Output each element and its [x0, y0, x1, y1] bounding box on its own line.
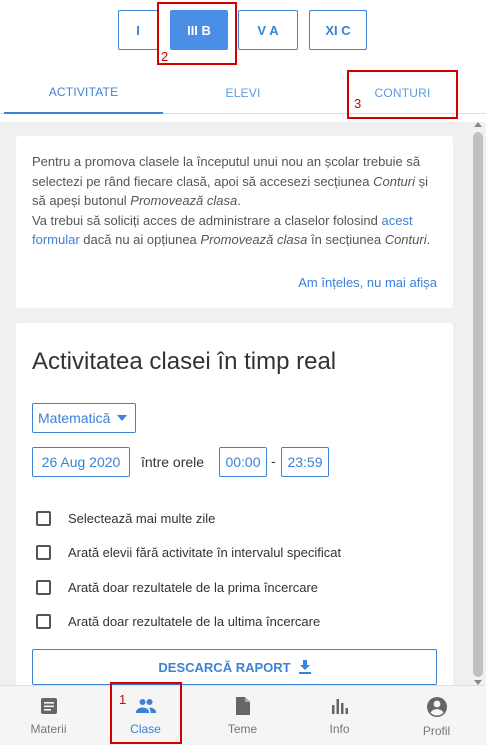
nav-info[interactable]: Info	[291, 686, 388, 745]
checkbox[interactable]	[36, 579, 51, 595]
date-field[interactable]: 26 Aug 2020	[32, 447, 130, 477]
dismiss-link[interactable]: Am înțeles, nu mai afișa	[298, 275, 437, 290]
activity-card: Activitatea clasei în timp real Matemati…	[16, 323, 453, 685]
time-to-field[interactable]: 23:59	[281, 447, 329, 477]
nav-materii[interactable]: Materii	[0, 686, 97, 745]
nav-label: Teme	[227, 722, 258, 736]
bottom-nav: Materii Clase Teme Info Profil	[0, 685, 486, 745]
book-icon	[40, 698, 57, 714]
annotation-number-1: 1	[119, 692, 127, 707]
activity-title: Activitatea clasei în timp real	[32, 348, 337, 375]
caret-down-icon	[117, 415, 128, 421]
scrollbar[interactable]	[470, 122, 486, 685]
nav-label: Info	[329, 722, 350, 736]
checkbox-label: Selectează mai multe zile	[68, 510, 216, 526]
class-selector: I III B V A XI C	[0, 0, 486, 62]
annotation-number-3: 3	[354, 96, 362, 111]
checkbox-row-last-attempt[interactable]: Arată doar rezultatele de la ultima înce…	[36, 611, 320, 631]
scroll-up-icon[interactable]	[474, 122, 482, 127]
download-report-label: DESCARCĂ RAPORT	[158, 659, 291, 675]
time-separator: -	[271, 453, 276, 469]
info-paragraph-1: Pentru a promova clasele la începutul un…	[32, 154, 429, 208]
nav-label: Materii	[30, 722, 67, 736]
nav-teme[interactable]: Teme	[194, 686, 291, 745]
checkbox-label: Arată doar rezultatele de la prima încer…	[68, 579, 319, 595]
checkbox[interactable]	[36, 510, 51, 526]
download-icon	[298, 660, 311, 674]
checkbox-label: Arată doar rezultatele de la ultima înce…	[68, 613, 321, 629]
annotation-number-2: 2	[161, 49, 169, 64]
chart-icon	[331, 699, 348, 714]
nav-label: Profil	[422, 724, 451, 738]
nav-clase[interactable]: Clase	[97, 686, 194, 745]
scrollbar-thumb[interactable]	[473, 132, 483, 677]
subject-value: Matematică	[38, 410, 111, 426]
account-icon	[426, 697, 447, 717]
document-icon	[235, 697, 250, 715]
tab-bar: ACTIVITATE ELEVI CONTURI	[0, 72, 486, 114]
nav-profil[interactable]: Profil	[388, 686, 485, 745]
checkbox-row-first-attempt[interactable]: Arată doar rezultatele de la prima încer…	[36, 577, 318, 597]
checkbox-label: Arată elevii fără activitate în interval…	[68, 544, 342, 560]
checkbox[interactable]	[36, 613, 51, 629]
checkbox[interactable]	[36, 544, 51, 560]
class-chip-xi-c[interactable]: XI C	[309, 10, 367, 50]
tab-conturi[interactable]: CONTURI	[323, 72, 482, 114]
nav-label: Clase	[130, 722, 161, 736]
content-area: Pentru a promova clasele la începutul un…	[0, 122, 470, 685]
people-icon	[135, 699, 156, 713]
info-paragraph-2: Va trebui să soliciți acces de administr…	[32, 212, 431, 248]
checkbox-row-no-activity[interactable]: Arată elevii fără activitate în interval…	[36, 542, 341, 562]
class-chip-v-a[interactable]: V A	[238, 10, 298, 50]
tab-activitate[interactable]: ACTIVITATE	[4, 72, 163, 114]
time-from-field[interactable]: 00:00	[219, 447, 267, 477]
subject-dropdown[interactable]: Matematică	[32, 403, 136, 433]
info-card: Pentru a promova clasele la începutul un…	[16, 136, 453, 308]
tab-elevi[interactable]: ELEVI	[163, 72, 323, 114]
checkbox-row-multiple-days[interactable]: Selectează mai multe zile	[36, 508, 215, 528]
class-chip-i[interactable]: I	[118, 10, 158, 50]
download-report-button[interactable]: DESCARCĂ RAPORT	[32, 649, 437, 685]
between-label: între orele	[141, 454, 205, 470]
class-chip-iii-b[interactable]: III B	[170, 10, 228, 50]
